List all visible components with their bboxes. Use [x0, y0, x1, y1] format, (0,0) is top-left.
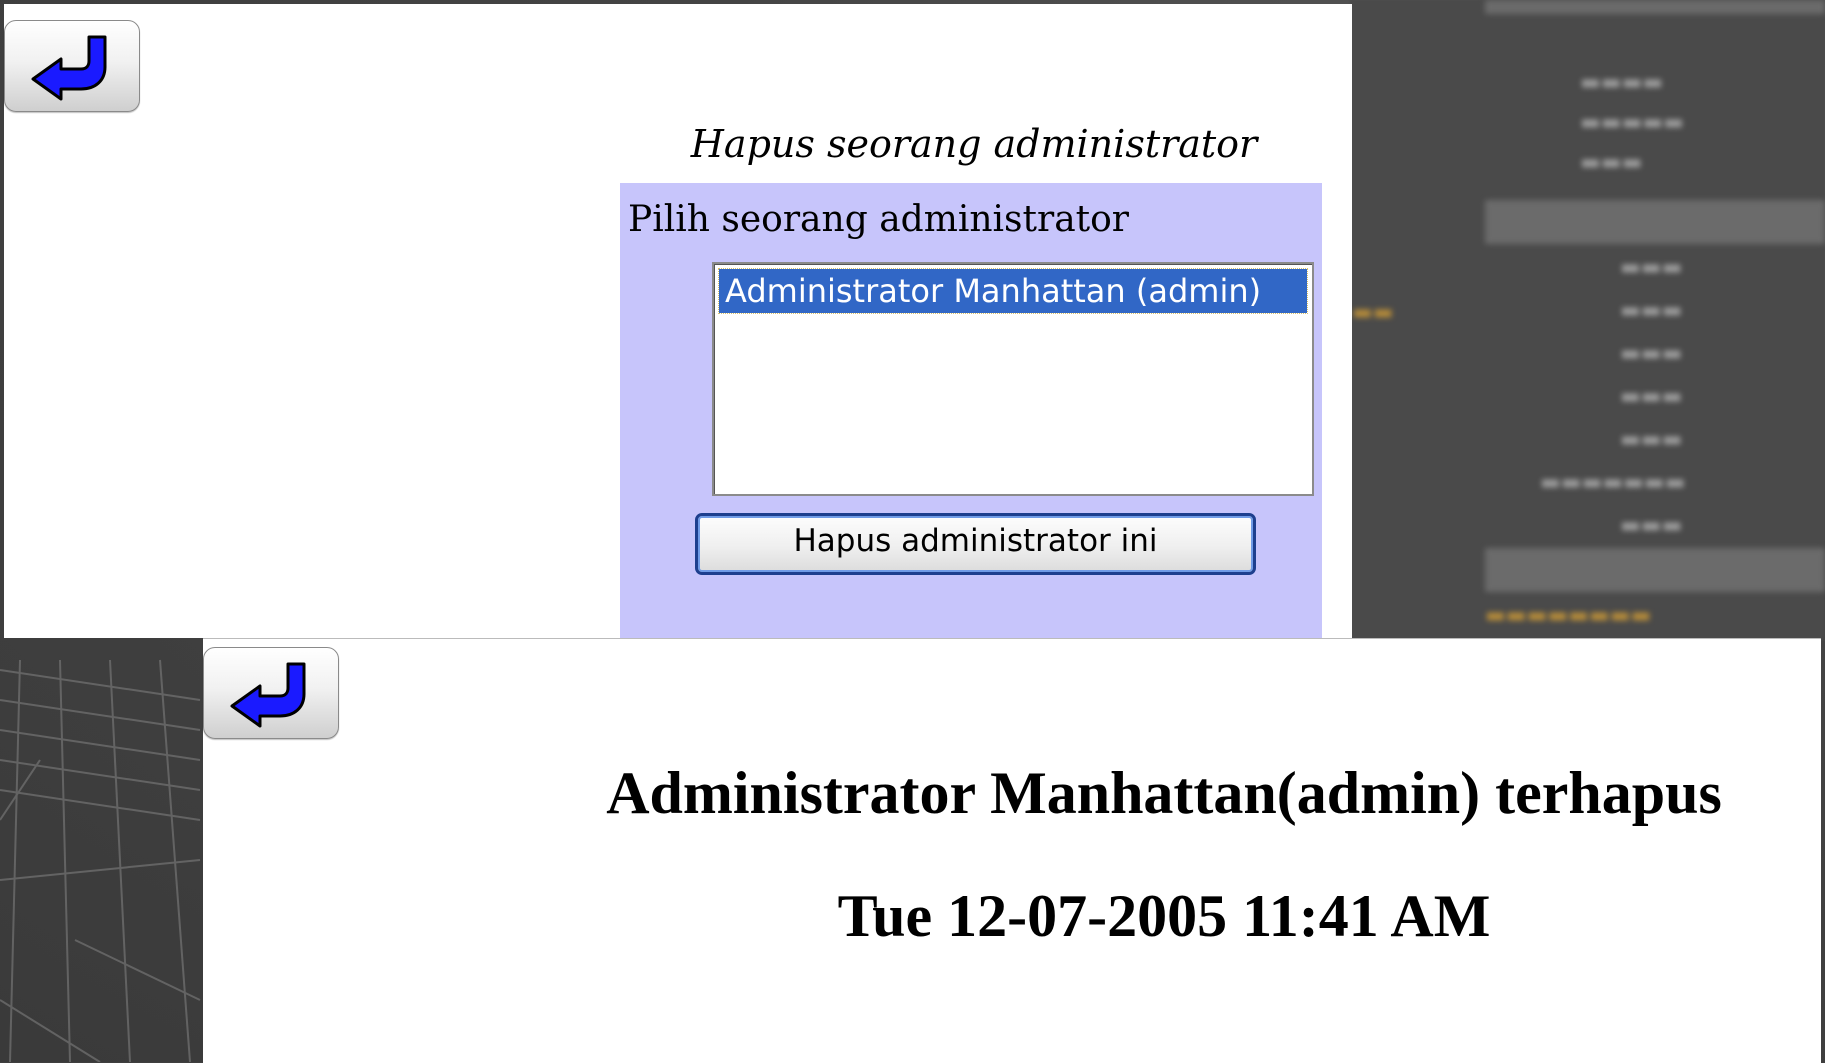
background-blurred-text: ▬▬▬ — [1620, 384, 1683, 409]
background-blurred-text: ▬▬▬ — [1580, 150, 1643, 175]
delete-admin-button[interactable]: Hapus administrator ini — [695, 513, 1256, 575]
form-title: Hapus seorang administrator — [690, 122, 1258, 166]
background-bar — [1485, 0, 1825, 14]
background-blurred-link: ▬▬▬▬▬▬▬▬ — [1485, 603, 1652, 628]
select-admin-label: Pilih seorang administrator — [628, 199, 1130, 240]
back-button[interactable] — [203, 647, 339, 739]
background-blurred-text: ▬▬▬▬ — [1580, 70, 1664, 95]
background-sidebar-panel — [1350, 0, 1825, 640]
background-blurred-text: ▬▬▬ — [1620, 341, 1683, 366]
back-arrow-icon — [31, 35, 107, 101]
background-blurred-text: ▬▬▬ — [1620, 298, 1683, 323]
background-blurred-text: ▬▬▬ — [1620, 513, 1683, 538]
back-arrow-icon — [230, 662, 306, 728]
delete-result-timestamp: Tue 12-07-2005 11:41 AM — [837, 883, 1491, 949]
background-blurred-link: ▬▬ — [1352, 300, 1394, 325]
background-bar — [1485, 200, 1825, 244]
delete-result-message: Administrator Manhattan(admin) terhapus — [606, 760, 1722, 826]
background-blurred-text: ▬▬▬ — [1620, 255, 1683, 280]
admin-listbox[interactable]: Administrator Manhattan (admin) — [712, 262, 1314, 496]
delete-result-window: Administrator Manhattan(admin) terhapus … — [203, 638, 1821, 1063]
admin-option-selected[interactable]: Administrator Manhattan (admin) — [718, 268, 1308, 314]
background-blurred-text: ▬▬▬ — [1620, 427, 1683, 452]
background-blurred-text: ▬▬▬▬▬▬▬ — [1540, 470, 1686, 495]
back-button[interactable] — [4, 20, 140, 112]
background-blurred-text: ▬▬▬▬▬ — [1580, 110, 1684, 135]
delete-admin-window: Hapus seorang administrator Pilih seoran… — [4, 4, 1352, 638]
delete-admin-panel: Pilih seorang administrator Administrato… — [620, 183, 1322, 638]
background-bar — [1485, 548, 1825, 592]
